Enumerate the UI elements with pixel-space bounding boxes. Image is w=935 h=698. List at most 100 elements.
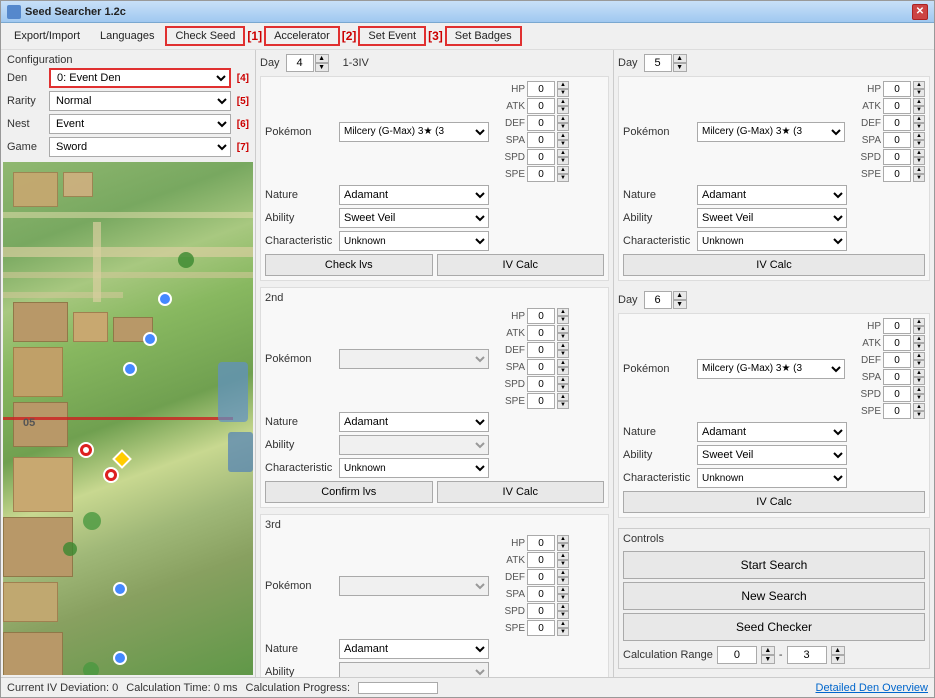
def-input-1[interactable] — [527, 115, 555, 131]
spa-up-2[interactable]: ▲ — [557, 359, 569, 367]
nature-select-1[interactable]: Adamant — [339, 185, 489, 205]
spe-up-3[interactable]: ▲ — [557, 620, 569, 628]
atk-down-1[interactable]: ▼ — [557, 106, 569, 114]
check-seed-button[interactable]: Check Seed — [165, 26, 245, 46]
spa-up-1[interactable]: ▲ — [557, 132, 569, 140]
iv-calc-button-2[interactable]: IV Calc — [437, 481, 605, 503]
def-down-3[interactable]: ▼ — [557, 577, 569, 585]
def-down-1[interactable]: ▼ — [557, 123, 569, 131]
hp-up-1[interactable]: ▲ — [557, 81, 569, 89]
spe-input-r1[interactable] — [883, 166, 911, 182]
spd-input-r1[interactable] — [883, 149, 911, 165]
spe-input-r2[interactable] — [883, 403, 911, 419]
spe-up-1[interactable]: ▲ — [557, 166, 569, 174]
pokemon-select-r2[interactable]: Milcery (G-Max) 3★ (3 — [697, 359, 845, 379]
def-down-2[interactable]: ▼ — [557, 350, 569, 358]
day-up-center[interactable]: ▲ — [315, 54, 329, 63]
hp-input-r1[interactable] — [883, 81, 911, 97]
nature-select-r1[interactable]: Adamant — [697, 185, 847, 205]
new-search-button[interactable]: New Search — [623, 582, 925, 610]
day5-up[interactable]: ▲ — [673, 54, 687, 63]
spa-down-1[interactable]: ▼ — [557, 140, 569, 148]
atk-input-1[interactable] — [527, 98, 555, 114]
spe-down-2[interactable]: ▼ — [557, 401, 569, 409]
day5-down[interactable]: ▼ — [673, 63, 687, 72]
hp-input-1[interactable] — [527, 81, 555, 97]
spa-input-1[interactable] — [527, 132, 555, 148]
spa-input-2[interactable] — [527, 359, 555, 375]
atk-down-3[interactable]: ▼ — [557, 560, 569, 568]
day-input-6[interactable] — [644, 291, 672, 309]
ability-select-r1[interactable]: Sweet Veil — [697, 208, 847, 228]
accelerator-button[interactable]: Accelerator — [264, 26, 340, 46]
export-import-button[interactable]: Export/Import — [5, 27, 89, 45]
nature-select-3[interactable]: Adamant — [339, 639, 489, 659]
char-select-2[interactable]: Unknown — [339, 458, 489, 478]
hp-input-3[interactable] — [527, 535, 555, 551]
spd-down-2[interactable]: ▼ — [557, 384, 569, 392]
def-input-3[interactable] — [527, 569, 555, 585]
day-input-5[interactable] — [644, 54, 672, 72]
spd-up-1[interactable]: ▲ — [557, 149, 569, 157]
hp-down-2[interactable]: ▼ — [557, 316, 569, 324]
day-input-center[interactable] — [286, 54, 314, 72]
spe-down-1[interactable]: ▼ — [557, 174, 569, 182]
calc-from-input[interactable] — [717, 646, 757, 664]
confirm-lvs-button-2[interactable]: Confirm lvs — [265, 481, 433, 503]
spd-input-1[interactable] — [527, 149, 555, 165]
def-up-2[interactable]: ▲ — [557, 342, 569, 350]
hp-up-2[interactable]: ▲ — [557, 308, 569, 316]
pokemon-select-2[interactable] — [339, 349, 489, 369]
atk-input-3[interactable] — [527, 552, 555, 568]
game-select[interactable]: Sword — [49, 137, 231, 157]
def-input-r1[interactable] — [883, 115, 911, 131]
day6-down[interactable]: ▼ — [673, 300, 687, 309]
def-up-3[interactable]: ▲ — [557, 569, 569, 577]
atk-down-2[interactable]: ▼ — [557, 333, 569, 341]
ability-select-1[interactable]: Sweet Veil — [339, 208, 489, 228]
nest-select[interactable]: Event — [49, 114, 231, 134]
languages-button[interactable]: Languages — [91, 27, 163, 45]
ability-select-r2[interactable]: Sweet Veil — [697, 445, 847, 465]
atk-up-2[interactable]: ▲ — [557, 325, 569, 333]
char-select-r1[interactable]: Unknown — [697, 231, 847, 251]
seed-checker-button[interactable]: Seed Checker — [623, 613, 925, 641]
calc-to-input[interactable] — [787, 646, 827, 664]
set-event-button[interactable]: Set Event — [358, 26, 426, 46]
day-down-center[interactable]: ▼ — [315, 63, 329, 72]
pokemon-select-r1[interactable]: Milcery (G-Max) 3★ (3 — [697, 122, 845, 142]
iv-calc-button-r2[interactable]: IV Calc — [623, 491, 925, 513]
spa-up-3[interactable]: ▲ — [557, 586, 569, 594]
spd-input-2[interactable] — [527, 376, 555, 392]
hp-input-r2[interactable] — [883, 318, 911, 334]
spa-down-3[interactable]: ▼ — [557, 594, 569, 602]
ability-select-2[interactable] — [339, 435, 489, 455]
def-input-r2[interactable] — [883, 352, 911, 368]
calc-from-down[interactable]: ▼ — [761, 655, 775, 664]
char-select-r2[interactable]: Unknown — [697, 468, 847, 488]
spd-down-3[interactable]: ▼ — [557, 611, 569, 619]
atk-input-r2[interactable] — [883, 335, 911, 351]
den-select[interactable]: 0: Event Den — [49, 68, 231, 88]
iv-calc-button-1[interactable]: IV Calc — [437, 254, 605, 276]
spd-input-r2[interactable] — [883, 386, 911, 402]
spd-input-3[interactable] — [527, 603, 555, 619]
calc-to-down[interactable]: ▼ — [831, 655, 845, 664]
calc-to-up[interactable]: ▲ — [831, 646, 845, 655]
iv-calc-button-r1[interactable]: IV Calc — [623, 254, 925, 276]
spd-up-2[interactable]: ▲ — [557, 376, 569, 384]
hp-down-3[interactable]: ▼ — [557, 543, 569, 551]
spe-input-2[interactable] — [527, 393, 555, 409]
pokemon-select-1[interactable]: Milcery (G-Max) 3★ (3 — [339, 122, 489, 142]
nature-select-2[interactable]: Adamant — [339, 412, 489, 432]
hp-up-3[interactable]: ▲ — [557, 535, 569, 543]
hp-input-2[interactable] — [527, 308, 555, 324]
hp-down-1[interactable]: ▼ — [557, 89, 569, 97]
calc-from-up[interactable]: ▲ — [761, 646, 775, 655]
spe-input-3[interactable] — [527, 620, 555, 636]
nature-select-r2[interactable]: Adamant — [697, 422, 847, 442]
start-search-button[interactable]: Start Search — [623, 551, 925, 579]
spa-input-r2[interactable] — [883, 369, 911, 385]
spe-down-3[interactable]: ▼ — [557, 628, 569, 636]
pokemon-select-3[interactable] — [339, 576, 489, 596]
